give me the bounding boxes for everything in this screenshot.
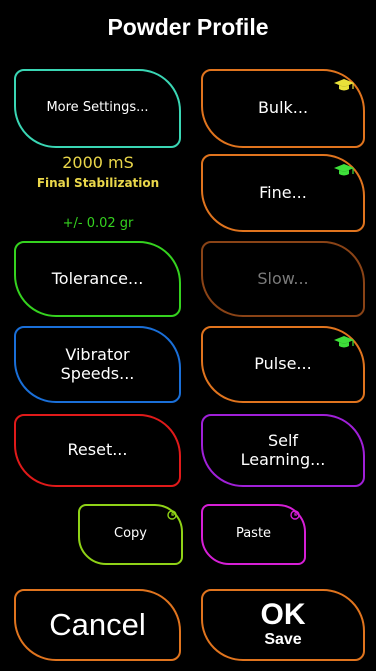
graduation-cap-icon <box>334 79 354 91</box>
stabilization-value: 2000 mS <box>62 153 134 172</box>
fine-label: Fine... <box>259 182 307 202</box>
ok-save-button[interactable]: OK Save <box>201 589 365 661</box>
cancel-label: Cancel <box>49 607 146 643</box>
paste-label: Paste <box>235 526 272 542</box>
reset-button[interactable]: Reset... <box>14 414 181 487</box>
page-title: Powder Profile <box>107 14 269 40</box>
tolerance-value: +/- 0.02 gr <box>62 216 134 231</box>
pulse-button[interactable]: Pulse... <box>201 326 365 403</box>
pulse-label: Pulse... <box>254 354 312 374</box>
copy-button[interactable]: Copy <box>78 504 183 565</box>
vibrator-speeds-label: Vibrator Speeds... <box>60 345 135 383</box>
reset-label: Reset... <box>67 440 128 460</box>
graduation-cap-icon <box>334 336 354 348</box>
clock-icon <box>290 510 300 520</box>
more-settings-label: More Settings... <box>46 100 149 116</box>
vibrator-speeds-button[interactable]: Vibrator Speeds... <box>14 326 181 403</box>
more-settings-button[interactable]: More Settings... <box>14 69 181 148</box>
bulk-label: Bulk... <box>257 98 309 118</box>
ok-label: OK <box>260 598 306 632</box>
slow-button[interactable]: Slow... <box>201 241 365 317</box>
stabilization-label: Final Stabilization <box>36 176 160 190</box>
graduation-cap-icon <box>334 164 354 176</box>
self-learning-button[interactable]: Self Learning... <box>201 414 365 487</box>
paste-button[interactable]: Paste <box>201 504 306 565</box>
fine-button[interactable]: Fine... <box>201 154 365 232</box>
slow-label: Slow... <box>257 268 309 288</box>
copy-label: Copy <box>114 526 147 542</box>
save-label: Save <box>264 631 302 649</box>
tolerance-button[interactable]: Tolerance... <box>14 241 181 317</box>
cancel-button[interactable]: Cancel <box>14 589 181 661</box>
tolerance-label: Tolerance... <box>51 268 144 288</box>
clock-icon <box>167 510 177 520</box>
self-learning-label: Self Learning... <box>240 431 326 469</box>
bulk-button[interactable]: Bulk... <box>201 69 365 148</box>
